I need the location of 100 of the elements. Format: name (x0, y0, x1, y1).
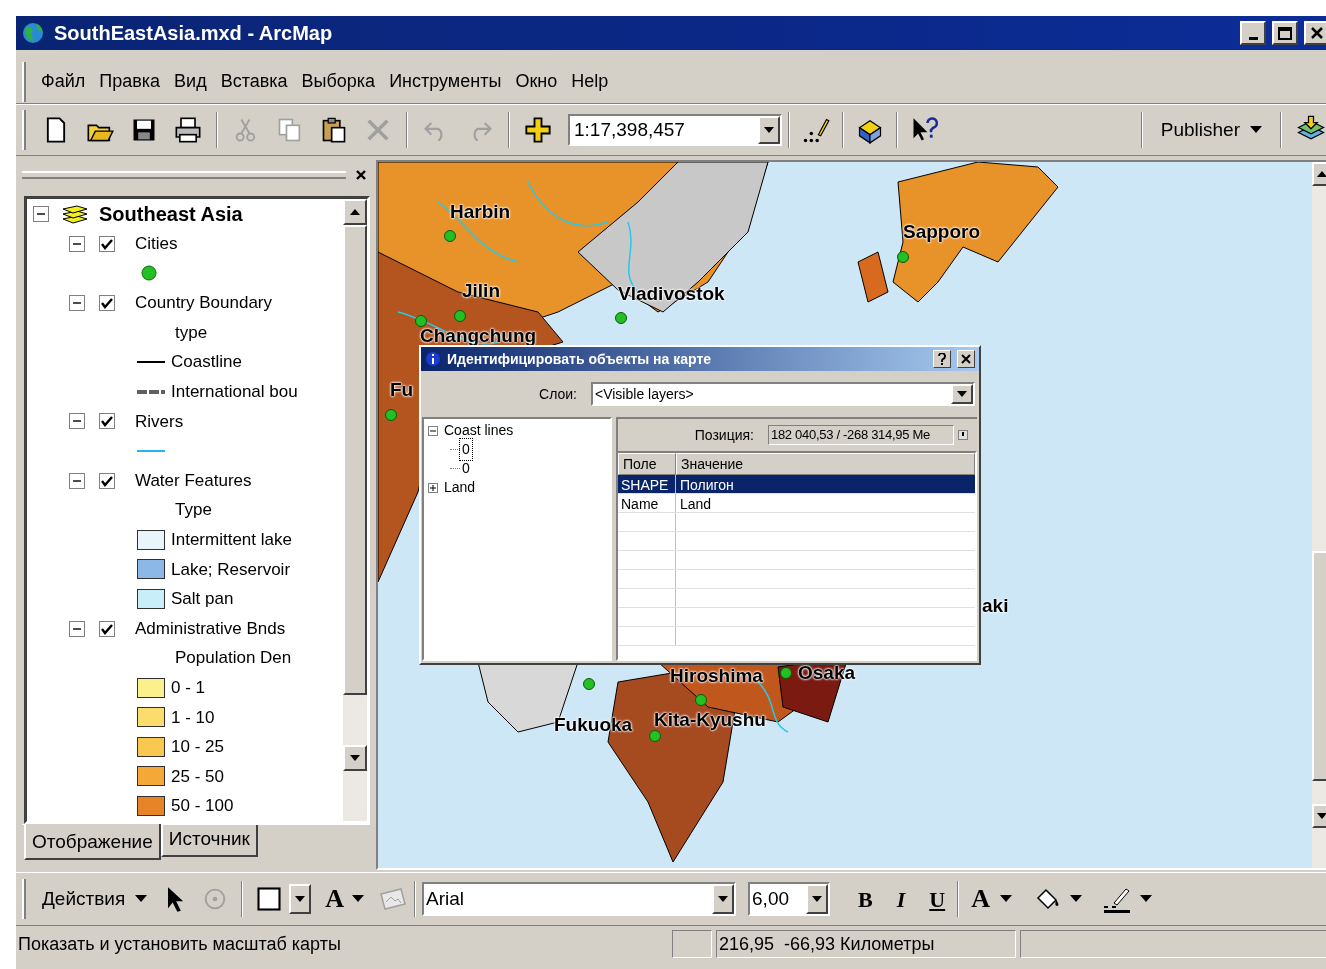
close-button[interactable] (1304, 21, 1326, 45)
expander[interactable] (69, 235, 85, 252)
city-label: Fu (390, 378, 414, 402)
minimize-button[interactable] (1240, 21, 1266, 45)
column-header[interactable]: Поле (618, 453, 676, 475)
tree-item[interactable]: Coast lines (444, 420, 514, 441)
toolbar-grip[interactable] (22, 110, 26, 150)
legend-label: International bou (171, 381, 298, 403)
font-dropdown[interactable]: Arial (422, 882, 737, 916)
minus-icon (73, 627, 81, 630)
expander[interactable] (69, 413, 85, 430)
up-arrow-icon[interactable] (350, 209, 360, 215)
publisher-dropdown[interactable]: Publisher (1148, 115, 1274, 145)
toolbar-grip[interactable] (22, 61, 26, 102)
clipboard-icon[interactable] (320, 116, 348, 144)
italic-button[interactable]: I (890, 882, 912, 916)
checkbox[interactable] (99, 235, 115, 252)
expander[interactable] (69, 472, 85, 489)
text-tool[interactable]: A (325, 886, 345, 912)
expander[interactable] (69, 295, 85, 311)
dropdown-button[interactable] (806, 884, 829, 914)
tree-item[interactable]: 0 (460, 458, 472, 479)
close-icon (961, 354, 971, 364)
plus-icon[interactable] (524, 116, 552, 144)
layer-name[interactable]: Water Features (135, 467, 252, 494)
expander[interactable] (33, 206, 49, 222)
tab[interactable]: Отображение (24, 824, 161, 860)
checkmark-icon (101, 297, 113, 309)
caret-icon (957, 391, 967, 397)
checkmark-icon (101, 415, 113, 428)
menu-item[interactable]: Выборка (294, 68, 383, 95)
panel-grip[interactable] (22, 171, 346, 179)
dropdown-button[interactable] (951, 384, 973, 404)
menu-item[interactable]: Вставка (213, 68, 295, 95)
actions-dropdown[interactable]: Действия (34, 884, 156, 914)
down-arrow-icon[interactable] (350, 755, 360, 761)
close-button[interactable] (957, 350, 975, 368)
checkbox[interactable] (99, 413, 115, 430)
table-row[interactable]: SHAPE Полигон (618, 475, 975, 494)
up-arrow-icon[interactable] (1317, 171, 1326, 177)
down-arrow-icon[interactable] (1317, 813, 1326, 819)
layer-name[interactable]: Country Boundary (135, 290, 273, 316)
checkbox[interactable] (99, 620, 115, 637)
layer-name[interactable]: Cities (135, 231, 178, 257)
toolbar-grip[interactable] (22, 879, 26, 919)
bold-button[interactable]: B (852, 882, 879, 916)
dropdown-button[interactable] (758, 116, 780, 144)
caret-icon[interactable] (352, 895, 365, 903)
vertical-scrollbar[interactable] (1312, 162, 1326, 868)
legend-heading: Type (175, 499, 212, 522)
dropdown-button[interactable] (289, 884, 312, 914)
minus-icon (37, 213, 45, 215)
tab[interactable]: Источник (160, 825, 258, 857)
caret-icon[interactable] (1250, 126, 1262, 134)
city-label: Harbin (450, 200, 511, 224)
layer-name[interactable]: Rivers (135, 408, 184, 435)
legend-label: 50 - 100 (171, 795, 234, 818)
menu-item[interactable]: Правка (92, 68, 168, 95)
minus-icon (430, 429, 436, 432)
menu-item[interactable]: Окно (508, 68, 565, 95)
scale-field[interactable]: 1:17,398,457 (568, 114, 782, 146)
minimize-icon (1248, 36, 1258, 40)
help-button[interactable] (933, 350, 951, 368)
legend-heading: Population Den (175, 647, 292, 670)
checkbox[interactable] (99, 295, 115, 311)
table-row[interactable]: Name Land (618, 494, 975, 513)
position-field: 182 040,53 / -268 314,95 Me (768, 425, 954, 445)
font-color-button[interactable]: A (971, 886, 990, 912)
status-panel: 216,95 -66,93 Километры (716, 930, 1016, 958)
close-icon (355, 169, 367, 181)
font-size-dropdown[interactable]: 6,00 (748, 882, 831, 916)
vertical-scrollbar[interactable] (343, 199, 367, 821)
dropdown-button[interactable] (712, 884, 735, 914)
column-header[interactable]: Значение (676, 453, 975, 475)
caret-icon[interactable] (1139, 895, 1152, 903)
menu-item[interactable]: Файл (34, 68, 93, 95)
tree-item[interactable]: 0 (460, 439, 472, 460)
underline-button[interactable]: U (923, 882, 952, 916)
status-panel (672, 930, 712, 958)
rectangle-icon[interactable] (255, 885, 284, 913)
status-message: Показать и установить масштаб карты (18, 932, 342, 956)
menu-item[interactable]: Help (564, 68, 616, 95)
printer-icon[interactable] (174, 116, 202, 144)
caret-icon[interactable] (999, 895, 1012, 903)
caret-icon (764, 127, 774, 133)
expander[interactable] (69, 620, 85, 637)
menu-item[interactable]: Инструменты (382, 68, 509, 95)
data-frame-title[interactable]: Southeast Asia (99, 199, 243, 229)
expander[interactable] (428, 482, 438, 493)
checkbox[interactable] (99, 472, 115, 489)
pencil-icon[interactable] (802, 116, 830, 144)
layers-dropdown[interactable]: <Visible layers> (591, 382, 975, 406)
maximize-button[interactable] (1272, 21, 1298, 45)
caret-icon[interactable] (1069, 895, 1082, 903)
caret-icon[interactable] (135, 895, 148, 903)
minus-icon (73, 479, 81, 482)
layer-name[interactable]: Administrative Bnds (135, 615, 286, 642)
city-label: Jilin (462, 279, 500, 303)
menu-item[interactable]: Вид (167, 68, 214, 95)
tree-item[interactable]: Land (444, 477, 476, 498)
